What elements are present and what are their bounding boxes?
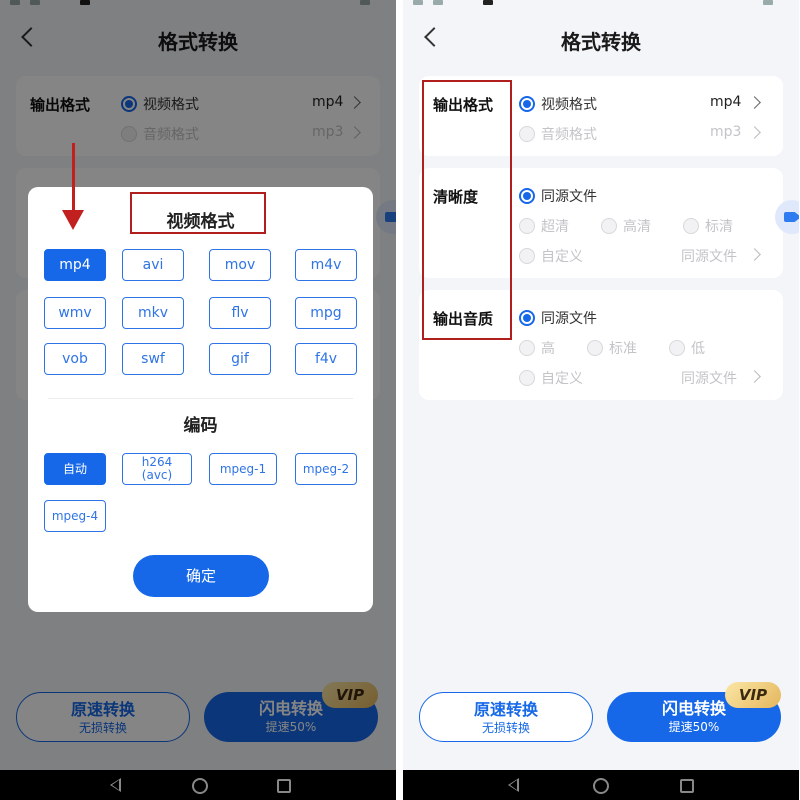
radio-icon	[519, 218, 535, 234]
video-format-value: mp4	[710, 94, 742, 110]
nav-back-icon[interactable]	[508, 778, 519, 792]
audio-format-option[interactable]: 音频格式	[519, 124, 597, 144]
radio-icon	[519, 248, 535, 264]
nav-home-icon[interactable]	[192, 778, 208, 794]
clarity-source-option[interactable]: 同源文件	[519, 186, 597, 206]
clarity-option-label: 标清	[705, 219, 733, 235]
radio-icon	[519, 340, 535, 356]
format-option-avi[interactable]: avi	[122, 249, 184, 281]
left-screen: 格式转换 输出格式 视频格式 mp4 音频格式 mp3 原速转换 无损转换 闪电…	[0, 0, 396, 800]
nav-recents-icon[interactable]	[277, 779, 291, 793]
clarity-custom-label: 自定义	[541, 249, 583, 265]
radio-icon	[519, 126, 535, 142]
dialog-divider	[48, 398, 353, 399]
audio-quality-option-label: 标准	[609, 341, 637, 357]
radio-icon	[601, 218, 617, 234]
audio-format-label: 音频格式	[541, 127, 597, 143]
format-option-wmv[interactable]: wmv	[44, 297, 106, 329]
format-option-mov[interactable]: mov	[209, 249, 271, 281]
vip-badge: VIP	[725, 682, 781, 708]
annotation-arrow	[72, 143, 75, 215]
radio-selected-icon	[519, 96, 535, 112]
screen-divider	[396, 0, 403, 800]
clarity-custom-value: 同源文件	[681, 249, 737, 265]
format-option-gif[interactable]: gif	[209, 343, 271, 375]
clarity-option-label: 高清	[623, 219, 651, 235]
right-screen: 格式转换 输出格式 视频格式 mp4 音频格式 mp3 清晰度 同源文件 超清 …	[403, 0, 799, 800]
audio-quality-option-label: 高	[541, 341, 555, 357]
format-option-swf[interactable]: swf	[122, 343, 184, 375]
slow-convert-sublabel: 无损转换	[481, 721, 530, 735]
codec-option-mpeg1[interactable]: mpeg-1	[209, 453, 277, 485]
clarity-option-custom[interactable]: 自定义	[519, 246, 583, 266]
radio-icon	[587, 340, 603, 356]
format-option-m4v[interactable]: m4v	[295, 249, 357, 281]
audio-quality-option-high[interactable]: 高	[519, 338, 555, 358]
video-format-label: 视频格式	[541, 97, 597, 113]
codec-option-h264[interactable]: h264 (avc)	[122, 453, 192, 485]
annotation-arrow-head	[62, 210, 84, 230]
radio-selected-icon	[519, 310, 535, 326]
audio-quality-custom-value: 同源文件	[681, 371, 737, 387]
audio-quality-custom-label: 自定义	[541, 371, 583, 387]
page-title: 格式转换	[561, 30, 641, 54]
chevron-right-icon[interactable]	[748, 96, 761, 109]
format-option-f4v[interactable]: f4v	[295, 343, 357, 375]
clarity-option-label: 超清	[541, 219, 569, 235]
format-option-flv[interactable]: flv	[209, 297, 271, 329]
confirm-button[interactable]: 确定	[133, 555, 269, 597]
clarity-option-standard[interactable]: 标清	[683, 216, 733, 236]
nav-home-icon[interactable]	[593, 778, 609, 794]
audio-quality-option-label: 低	[691, 341, 705, 357]
format-option-vob[interactable]: vob	[44, 343, 106, 375]
audio-format-value: mp3	[710, 124, 742, 140]
nav-back-icon[interactable]	[110, 778, 121, 792]
status-bar	[403, 0, 799, 8]
radio-icon	[683, 218, 699, 234]
dialog-codec-title: 编码	[183, 416, 218, 436]
radio-selected-icon	[519, 188, 535, 204]
format-option-mkv[interactable]: mkv	[122, 297, 184, 329]
system-nav-bar	[0, 770, 396, 800]
chevron-right-icon[interactable]	[748, 370, 761, 383]
format-option-mpg[interactable]: mpg	[295, 297, 357, 329]
clarity-option-ultra[interactable]: 超清	[519, 216, 569, 236]
clarity-option-high[interactable]: 高清	[601, 216, 651, 236]
codec-option-mpeg2[interactable]: mpeg-2	[295, 453, 357, 485]
clarity-source-label: 同源文件	[541, 189, 597, 205]
slow-convert-label: 原速转换	[473, 700, 538, 719]
codec-option-mpeg4[interactable]: mpeg-4	[44, 500, 106, 532]
audio-quality-option-low[interactable]: 低	[669, 338, 705, 358]
codec-option-auto[interactable]: 自动	[44, 453, 106, 485]
video-format-option[interactable]: 视频格式	[519, 94, 597, 114]
slow-convert-button[interactable]: 原速转换 无损转换	[419, 692, 593, 742]
audio-quality-option-custom[interactable]: 自定义	[519, 368, 583, 388]
radio-icon	[519, 370, 535, 386]
radio-icon	[669, 340, 685, 356]
annotation-box	[130, 192, 266, 234]
audio-quality-source-label: 同源文件	[541, 311, 597, 327]
chevron-right-icon[interactable]	[748, 248, 761, 261]
audio-quality-option-standard[interactable]: 标准	[587, 338, 637, 358]
fast-convert-sublabel: 提速50%	[668, 720, 720, 734]
chevron-right-icon[interactable]	[748, 126, 761, 139]
format-option-mp4[interactable]: mp4	[44, 249, 106, 281]
system-nav-bar	[403, 770, 799, 800]
header: 格式转换	[403, 22, 799, 62]
nav-recents-icon[interactable]	[680, 779, 694, 793]
format-dialog: 视频格式 mp4 avi mov m4v wmv mkv flv mpg vob…	[28, 187, 373, 612]
annotation-box	[422, 80, 512, 340]
audio-quality-source-option[interactable]: 同源文件	[519, 308, 597, 328]
